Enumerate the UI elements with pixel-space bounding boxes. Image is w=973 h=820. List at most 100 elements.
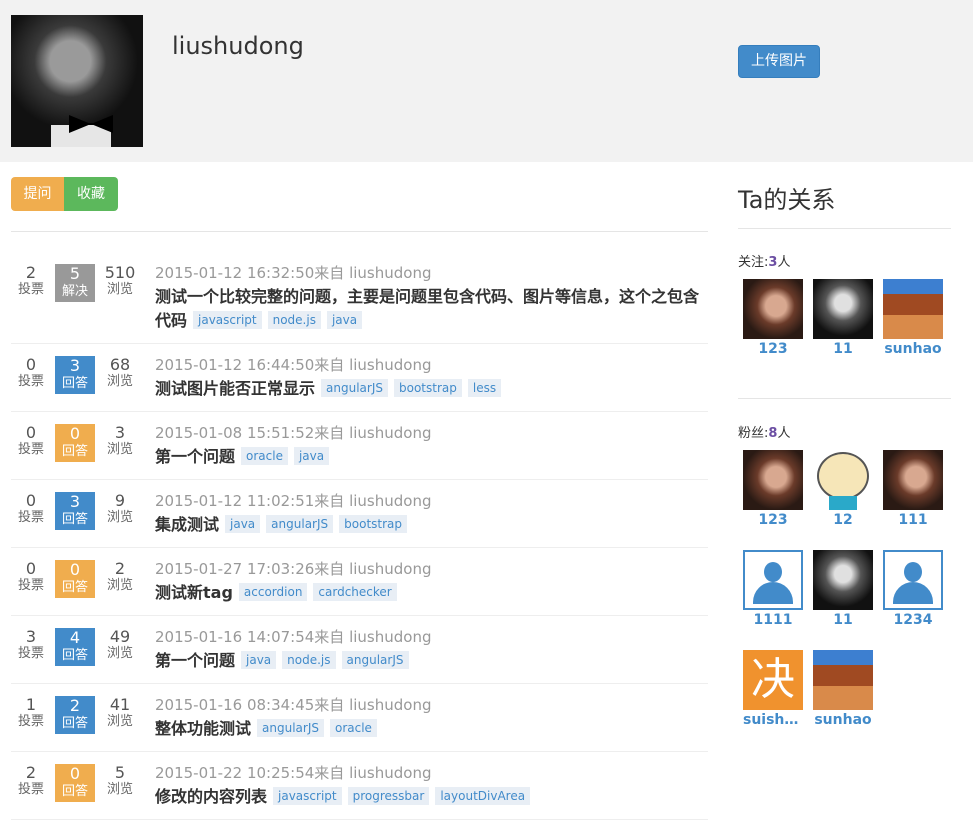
question-title-link[interactable]: 第一个问题	[155, 447, 235, 466]
view-number: 3	[114, 423, 126, 442]
user-card[interactable]: 123	[743, 279, 803, 359]
question-title-link[interactable]: 测试新tag	[155, 583, 233, 602]
user-card[interactable]: 11	[813, 550, 873, 630]
view-number: 2	[114, 559, 126, 578]
view-count: 68 浏览	[100, 356, 140, 390]
vote-label: 投票	[17, 282, 44, 297]
user-card[interactable]: sunhao	[883, 279, 943, 359]
user-name[interactable]: sunhao	[883, 339, 943, 359]
tag-less[interactable]: less	[467, 379, 502, 397]
user-avatar	[883, 450, 943, 510]
tag-javascript[interactable]: javascript	[273, 787, 342, 805]
tag-nodejs[interactable]: node.js	[267, 311, 321, 329]
view-number: 49	[109, 627, 131, 646]
tag-progressbar[interactable]: progressbar	[347, 787, 430, 805]
user-name[interactable]: 123	[743, 510, 803, 530]
view-number: 5	[114, 763, 126, 782]
question-title: 测试新tag accordion cardchecker	[155, 581, 705, 605]
vote-number: 0	[25, 491, 37, 510]
user-card[interactable]: sunhao	[813, 650, 873, 730]
tag-angularjs[interactable]: angularJS	[341, 651, 409, 669]
user-card[interactable]: 123	[743, 450, 803, 530]
tag-nodejs[interactable]: node.js	[282, 651, 336, 669]
tag-java[interactable]: java	[225, 515, 261, 533]
divider	[738, 398, 951, 399]
question-title-link[interactable]: 修改的内容列表	[155, 787, 267, 806]
tag-angularjs[interactable]: angularJS	[321, 379, 388, 397]
default-user-icon-head	[904, 562, 922, 582]
vote-count: 0 投票	[11, 560, 51, 594]
question-title: 测试图片能否正常显示 angularJS bootstrap less	[155, 377, 705, 401]
user-avatar	[813, 650, 873, 710]
user-name[interactable]: 11	[813, 610, 873, 630]
question-title-link[interactable]: 测试图片能否正常显示	[155, 379, 315, 398]
user-name[interactable]: sunhao	[813, 710, 873, 730]
question-title-link[interactable]: 集成测试	[155, 515, 219, 534]
answer-badge: 0 回答	[55, 424, 95, 462]
answer-badge: 0 回答	[55, 764, 95, 802]
followers-unit: 人	[777, 426, 791, 441]
tag-oracle[interactable]: oracle	[329, 719, 377, 737]
user-name[interactable]: 1234	[883, 610, 943, 630]
question-meta: 2015-01-16 08:34:45来自 liushudong	[155, 696, 432, 714]
user-card[interactable]: 1111	[743, 550, 803, 630]
user-avatar	[743, 279, 803, 339]
tag-java[interactable]: java	[241, 651, 277, 669]
tag-layoutdivarea[interactable]: layoutDivArea	[435, 787, 531, 805]
tag-angularjs[interactable]: angularJS	[257, 719, 324, 737]
user-name[interactable]: 11	[813, 339, 873, 359]
vote-label: 投票	[17, 782, 44, 797]
tag-javascript[interactable]: javascript	[193, 311, 262, 329]
user-name[interactable]: suishi...	[743, 710, 803, 730]
tag-oracle[interactable]: oracle	[241, 447, 288, 465]
question-title-link[interactable]: 整体功能测试	[155, 719, 251, 738]
user-name[interactable]: 1111	[743, 610, 803, 630]
tag-accordion[interactable]: accordion	[238, 583, 308, 601]
tag-angularjs[interactable]: angularJS	[266, 515, 334, 533]
vote-count: 3 投票	[11, 628, 51, 662]
vote-count: 0 投票	[11, 492, 51, 526]
vote-count: 2 投票	[11, 764, 51, 798]
user-card[interactable]: 11	[813, 279, 873, 359]
user-name[interactable]: 123	[743, 339, 803, 359]
question-title-link[interactable]: 第一个问题	[155, 651, 235, 670]
user-name[interactable]: 12	[813, 510, 873, 530]
profile-avatar	[11, 15, 143, 147]
user-avatar: 决	[743, 650, 803, 710]
answer-number: 0	[69, 764, 81, 783]
user-avatar	[813, 450, 873, 510]
tab-favorite[interactable]: 收藏	[64, 177, 118, 211]
tag-java[interactable]: java	[326, 311, 363, 329]
user-card[interactable]: 12	[813, 450, 873, 530]
tag-java[interactable]: java	[293, 447, 330, 465]
user-name[interactable]: 111	[883, 510, 943, 530]
user-card[interactable]: 决 suishi...	[743, 650, 803, 730]
following-label: 关注:3人	[738, 251, 790, 270]
answer-badge: 0 回答	[55, 560, 95, 598]
vote-number: 2	[25, 763, 37, 782]
user-card[interactable]: 111	[883, 450, 943, 530]
avatar-face-body	[829, 496, 857, 510]
answer-label: 回答	[61, 784, 88, 799]
tag-cardchecker[interactable]: cardchecker	[313, 583, 397, 601]
vote-count: 2 投票	[11, 264, 51, 298]
vote-label: 投票	[17, 442, 44, 457]
question-meta: 2015-01-12 11:02:51来自 liushudong	[155, 492, 432, 510]
vote-count: 0 投票	[11, 424, 51, 458]
view-count: 49 浏览	[100, 628, 140, 662]
user-avatar	[743, 450, 803, 510]
upload-image-button[interactable]: 上传图片	[738, 45, 820, 78]
question-meta: 2015-01-22 10:25:54来自 liushudong	[155, 764, 432, 782]
answer-number: 5	[69, 264, 81, 283]
tab-ask[interactable]: 提问	[11, 177, 64, 211]
user-card[interactable]: 1234	[883, 550, 943, 630]
view-count: 510 浏览	[100, 264, 140, 298]
view-label: 浏览	[106, 646, 133, 661]
tag-bootstrap[interactable]: bootstrap	[339, 515, 408, 533]
tag-bootstrap[interactable]: bootstrap	[393, 379, 462, 397]
followers-label-text: 粉丝:	[738, 426, 769, 441]
question-meta: 2015-01-27 17:03:26来自 liushudong	[155, 560, 432, 578]
question-title: 集成测试 java angularJS bootstrap	[155, 513, 705, 537]
question-row: 2 投票 5 解决 510 浏览 2015-01-12 16:32:50来自 liushud…	[11, 252, 708, 344]
view-number: 9	[114, 491, 126, 510]
